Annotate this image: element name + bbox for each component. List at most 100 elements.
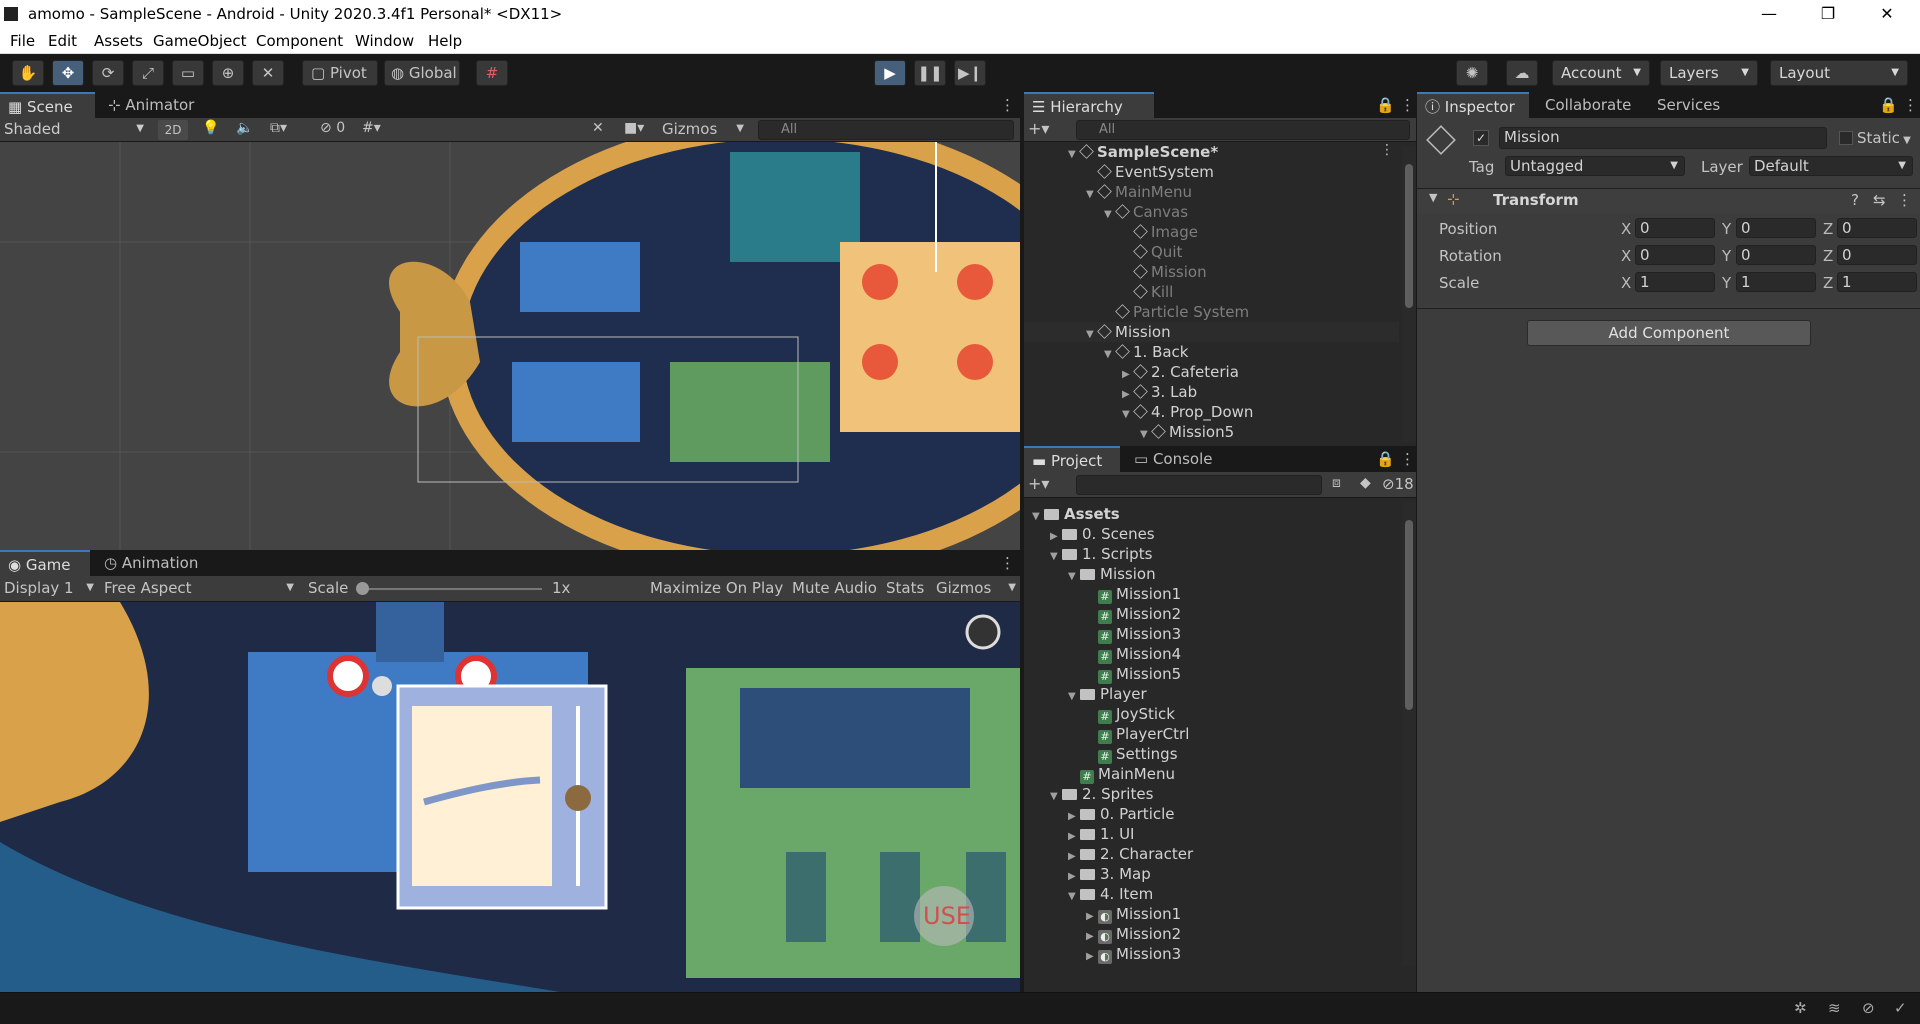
hierarchy-item[interactable]: EventSystem (1024, 162, 1399, 182)
expand-arrow-icon[interactable]: ▼ (1140, 425, 1152, 445)
hierarchy-item[interactable]: ▶ 2. Cafeteria (1024, 362, 1399, 382)
active-checkbox[interactable]: ✓ (1473, 130, 1489, 146)
tab-services[interactable]: Services (1649, 92, 1739, 118)
hierarchy-scrollbar[interactable] (1402, 146, 1416, 442)
play-button[interactable]: ▶ (874, 60, 906, 86)
scale-slider-handle[interactable] (356, 582, 369, 595)
bug-icon[interactable]: ✲ (1794, 999, 1807, 1017)
static-checkbox[interactable] (1839, 131, 1853, 145)
project-folder[interactable]: ▶ 2. Character (1024, 844, 1399, 864)
preset-icon[interactable]: ⇆ (1873, 191, 1886, 209)
maximize-on-play-toggle[interactable]: Maximize On Play (650, 579, 783, 597)
game-gizmos-dropdown[interactable]: Gizmos ▼ (936, 579, 1016, 597)
project-asset[interactable]: ▶ ◐ Mission3 (1024, 944, 1399, 964)
project-asset[interactable]: # Mission4 (1024, 644, 1399, 664)
mute-audio-toggle[interactable]: Mute Audio (792, 579, 877, 597)
hierarchy-item[interactable]: ▼ Canvas (1024, 202, 1399, 222)
transform-rotation-x-field[interactable]: 0 (1635, 245, 1715, 265)
effects-icon[interactable]: ⧉▾ (270, 120, 287, 136)
grid-snap-icon[interactable]: # (476, 60, 508, 86)
menu-file[interactable]: File (10, 32, 35, 50)
tools-icon[interactable]: ✕ (592, 120, 604, 136)
inspector-lock-icon[interactable]: 🔒 (1871, 92, 1898, 118)
project-asset[interactable]: # Settings (1024, 744, 1399, 764)
project-asset[interactable]: # Mission2 (1024, 604, 1399, 624)
hierarchy-add-icon[interactable]: +▾ (1028, 119, 1049, 138)
game-viewport[interactable]: USE (0, 602, 1020, 992)
transform-tool-icon[interactable]: ⊕ (212, 60, 244, 86)
static-dropdown[interactable]: Static ▼ (1857, 129, 1911, 147)
menu-window[interactable]: Window (355, 32, 414, 50)
scale-tool-icon[interactable]: ⤢ (132, 60, 164, 86)
project-folder[interactable]: ▶ 3. Map (1024, 864, 1399, 884)
hierarchy-item[interactable]: Mission (1024, 262, 1399, 282)
lock-icon[interactable]: 🔒 (1368, 92, 1395, 118)
tab-scene[interactable]: ▦ Scene (0, 92, 95, 118)
project-folder[interactable]: ▼ 1. Scripts (1024, 544, 1399, 564)
shading-dropdown[interactable]: Shaded ▼ (4, 120, 148, 140)
stats-toggle[interactable]: Stats (886, 579, 924, 597)
project-asset[interactable]: # Mission3 (1024, 624, 1399, 644)
project-asset[interactable]: # PlayerCtrl (1024, 724, 1399, 744)
hierarchy-more-icon[interactable]: ⋮ (1392, 92, 1415, 118)
project-folder[interactable]: ▼ Assets (1024, 504, 1399, 524)
maximize-button[interactable]: ❐ (1805, 0, 1851, 29)
filter-type-icon[interactable]: ⧈ (1332, 475, 1341, 491)
project-folder[interactable]: ▶ 0. Particle (1024, 804, 1399, 824)
transform-rotation-y-field[interactable]: 0 (1736, 245, 1816, 265)
tab-console[interactable]: ▭ Console (1126, 446, 1236, 472)
menu-component[interactable]: Component (256, 32, 343, 50)
hierarchy-item[interactable]: ▼ MainMenu (1024, 182, 1399, 202)
inspector-more-icon[interactable]: ⋮ (1895, 92, 1918, 118)
layers-dropdown[interactable]: Layers ▼ (1660, 60, 1758, 86)
2d-toggle[interactable]: 2D (158, 120, 188, 140)
tag-dropdown[interactable]: Untagged ▼ (1505, 156, 1685, 176)
project-asset[interactable]: # Mission1 (1024, 584, 1399, 604)
hierarchy-item[interactable]: Particle System (1024, 302, 1399, 322)
close-button[interactable]: ✕ (1864, 0, 1910, 29)
hierarchy-item[interactable]: Image (1024, 222, 1399, 242)
project-asset[interactable]: ▶ ◐ Mission2 (1024, 924, 1399, 944)
hierarchy-item[interactable]: Quit (1024, 242, 1399, 262)
pause-button[interactable]: ❚❚ (914, 60, 946, 86)
hierarchy-scroll-thumb[interactable] (1405, 164, 1413, 308)
filter-label-icon[interactable]: ◆ (1360, 475, 1371, 491)
hierarchy-search-input[interactable]: All (1076, 120, 1410, 140)
hierarchy-item[interactable]: ▼ 1. Back (1024, 342, 1399, 362)
hierarchy-item[interactable]: ▼ 4. Prop_Down (1024, 402, 1399, 422)
camera-icon[interactable]: ■▾ (624, 120, 644, 136)
grid-icon[interactable]: #▾ (362, 120, 381, 136)
minimize-button[interactable]: — (1746, 0, 1792, 29)
object-name-field[interactable]: Mission (1499, 127, 1827, 149)
step-button[interactable]: ▶❙ (954, 60, 986, 86)
audio-icon[interactable]: 🔈 (236, 120, 253, 136)
project-add-icon[interactable]: +▾ (1028, 474, 1049, 493)
scene-more-icon[interactable]: ⋮ (992, 92, 1015, 118)
hierarchy-item[interactable]: ▼ SampleScene* (1024, 142, 1399, 162)
tab-game[interactable]: ◉ Game (0, 550, 90, 576)
lighting-icon[interactable]: 💡 (202, 120, 219, 136)
layer-dropdown[interactable]: Default ▼ (1749, 156, 1913, 176)
project-scroll-thumb[interactable] (1405, 520, 1413, 710)
transform-header[interactable]: ▼ ⊹ Transform ? ⇆ ⋮ (1417, 189, 1920, 213)
menu-assets[interactable]: Assets (94, 32, 143, 50)
tab-animation[interactable]: ◷ Animation (96, 550, 216, 576)
project-lock-icon[interactable]: 🔒 (1368, 446, 1395, 472)
layers-status-icon[interactable]: ≋ (1828, 999, 1841, 1017)
help-icon[interactable]: ? (1851, 191, 1859, 209)
global-toggle[interactable]: ◍ Global (384, 60, 460, 86)
scene-gizmos-dropdown[interactable]: Gizmos ▼ (662, 120, 746, 140)
project-folder[interactable]: ▼ 4. Item (1024, 884, 1399, 904)
project-search-input[interactable] (1076, 475, 1322, 495)
hierarchy-item[interactable]: ▼ Mission (1024, 322, 1399, 342)
project-folder[interactable]: ▼ Player (1024, 684, 1399, 704)
rect-tool-icon[interactable]: ▭ (172, 60, 204, 86)
project-scrollbar[interactable] (1402, 502, 1416, 966)
tab-animator[interactable]: ⊹ Animator (100, 92, 210, 118)
project-folder[interactable]: ▼ 2. Sprites (1024, 784, 1399, 804)
project-asset[interactable]: # JoyStick (1024, 704, 1399, 724)
project-asset[interactable]: ▶ ◐ Mission1 (1024, 904, 1399, 924)
scene-more-icon[interactable]: ⋮ (1380, 142, 1394, 158)
light-icon[interactable]: ✺ (1456, 60, 1488, 86)
transform-position-y-field[interactable]: 0 (1736, 218, 1816, 238)
